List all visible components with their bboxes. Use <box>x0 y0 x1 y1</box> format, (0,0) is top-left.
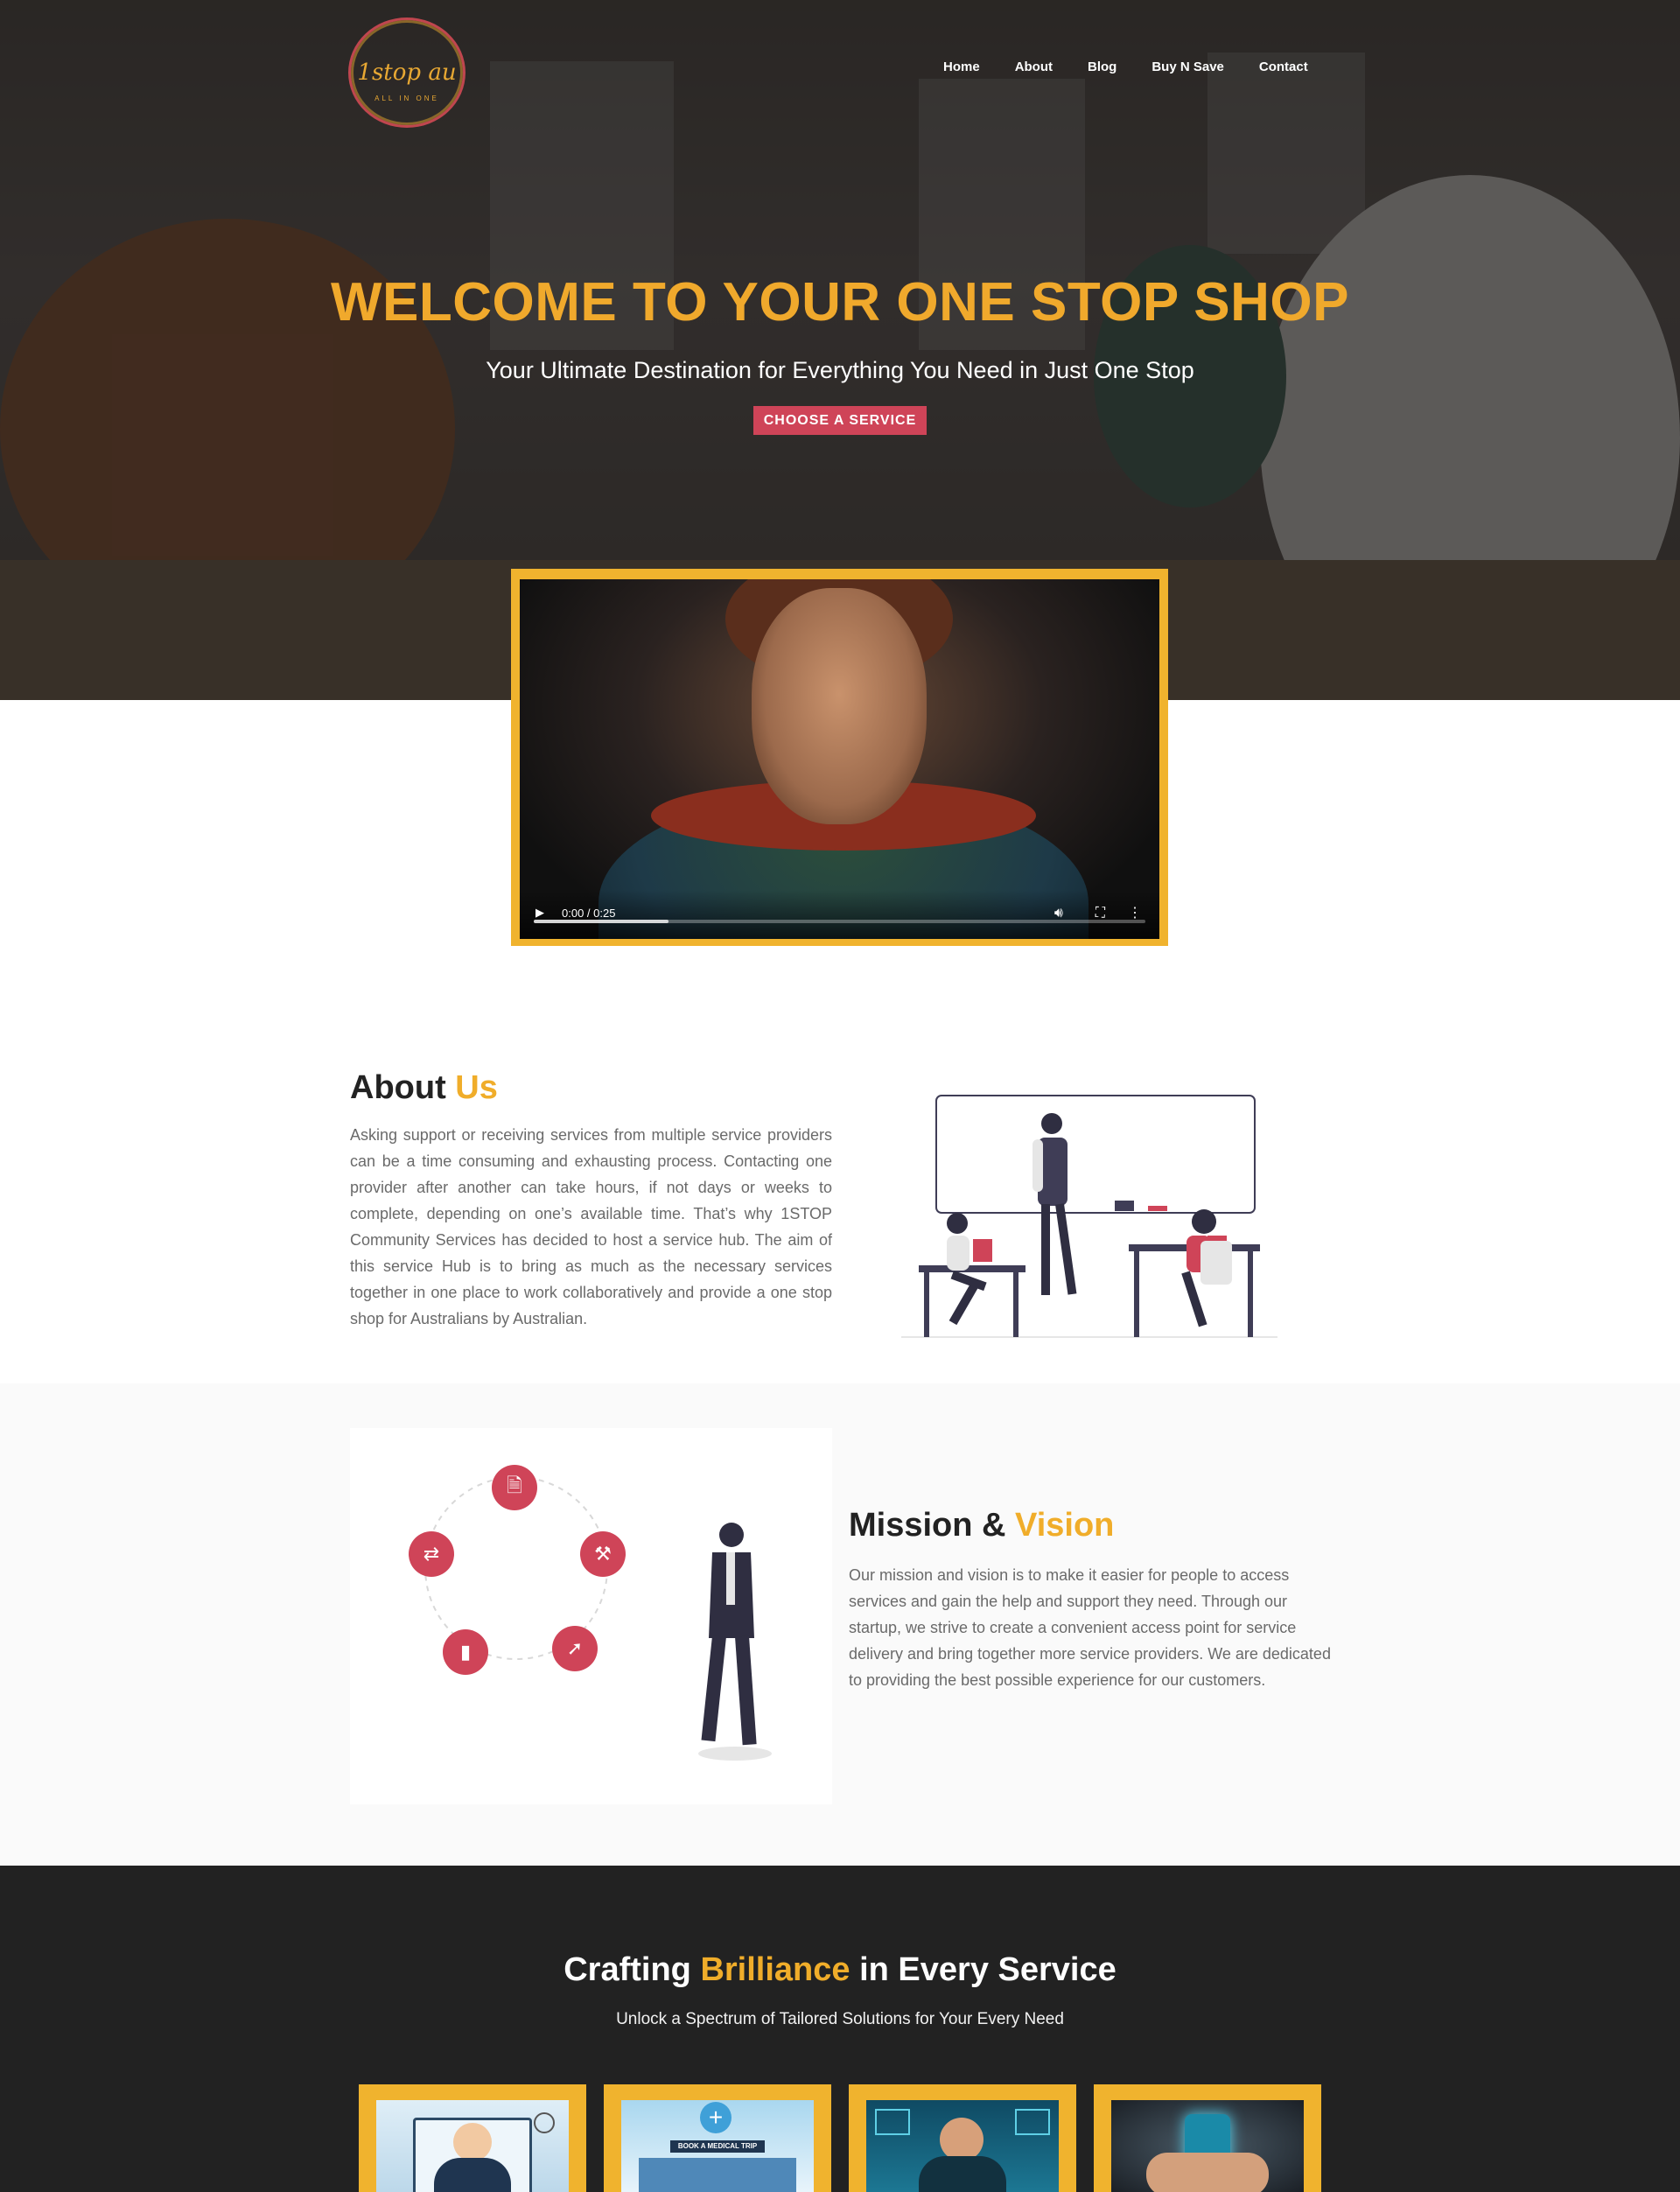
service-card-image <box>866 2100 1059 2192</box>
logo-subtext: ALL IN ONE <box>374 95 439 102</box>
hammer-icon: ⚒ <box>580 1531 626 1577</box>
service-card-image <box>1111 2100 1304 2192</box>
bar-chart-icon: ▮ <box>443 1629 488 1675</box>
service-card-medical[interactable]: + BOOK A MEDICAL TRIP <box>604 2084 831 2192</box>
medical-sign: BOOK A MEDICAL TRIP <box>670 2140 765 2153</box>
choose-service-button[interactable]: CHOOSE A SERVICE <box>753 406 927 435</box>
mission-body: Our mission and vision is to make it eas… <box>849 1566 1331 1689</box>
main-nav: Home About Blog Buy N Save Contact <box>943 60 1308 74</box>
mission-illustration <box>424 1476 772 1761</box>
service-card-business[interactable] <box>359 2084 586 2192</box>
service-card-image <box>376 2100 569 2192</box>
services-subtitle: Unlock a Spectrum of Tailored Solutions … <box>616 2010 1064 2028</box>
services-title: Crafting Brilliance in Every Service <box>0 1951 1680 1989</box>
video-buffered-fill <box>534 920 668 923</box>
play-icon[interactable]: ▶ <box>536 906 544 920</box>
nav-about[interactable]: About <box>1015 60 1053 74</box>
about-title-main: About <box>350 1069 456 1106</box>
mission-title-main: Mission & <box>849 1507 1016 1544</box>
video-figure-face <box>752 588 927 824</box>
services-title-post: in Every Service <box>850 1951 1116 1988</box>
more-vert-icon[interactable]: ⋮ <box>1128 904 1142 921</box>
logo[interactable]: 1stop au ALL IN ONE <box>348 18 466 128</box>
video-controls: ▶ 0:00 / 0:25 🔊︎ ⛶ ⋮ <box>520 890 1159 939</box>
about-title-accent: Us <box>455 1069 498 1106</box>
rocket-icon: ➚ <box>552 1626 598 1671</box>
repeat-icon: ⇄ <box>409 1531 454 1577</box>
page: 1stop au ALL IN ONE Home About Blog Buy … <box>0 0 1680 2192</box>
video-player[interactable]: ▶ 0:00 / 0:25 🔊︎ ⛶ ⋮ <box>520 579 1159 939</box>
mission-section <box>0 1383 1680 1866</box>
logo-text: 1stop au <box>357 60 457 86</box>
services-title-pre: Crafting <box>564 1951 701 1988</box>
hero-subtitle: Your Ultimate Destination for Everything… <box>486 357 1194 383</box>
nav-buy-n-save[interactable]: Buy N Save <box>1152 60 1224 74</box>
about-body: Asking support or receiving services fro… <box>350 1126 832 1327</box>
service-card-support[interactable] <box>849 2084 1076 2192</box>
video-time: 0:00 / 0:25 <box>562 907 616 920</box>
services-title-accent: Brilliance <box>700 1951 850 1988</box>
service-card-image: + BOOK A MEDICAL TRIP <box>621 2100 814 2192</box>
nav-contact[interactable]: Contact <box>1259 60 1308 74</box>
mission-title: Mission & Vision <box>849 1507 1114 1544</box>
about-title: About Us <box>350 1069 498 1107</box>
mission-illustration-card: 🗎 ⚒ ➚ ▮ ⇄ <box>350 1428 832 1804</box>
mission-title-accent: Vision <box>1015 1507 1115 1544</box>
classroom-illustration <box>901 1095 1278 1338</box>
nav-blog[interactable]: Blog <box>1088 60 1116 74</box>
service-card-mobile[interactable] <box>1094 2084 1321 2192</box>
video-progress-bar[interactable] <box>534 920 1145 923</box>
video-frame: ▶ 0:00 / 0:25 🔊︎ ⛶ ⋮ <box>511 569 1168 946</box>
document-icon: 🗎 <box>492 1465 537 1510</box>
nav-home[interactable]: Home <box>943 60 980 74</box>
hero-title: WELCOME TO YOUR ONE STOP SHOP <box>331 272 1349 333</box>
